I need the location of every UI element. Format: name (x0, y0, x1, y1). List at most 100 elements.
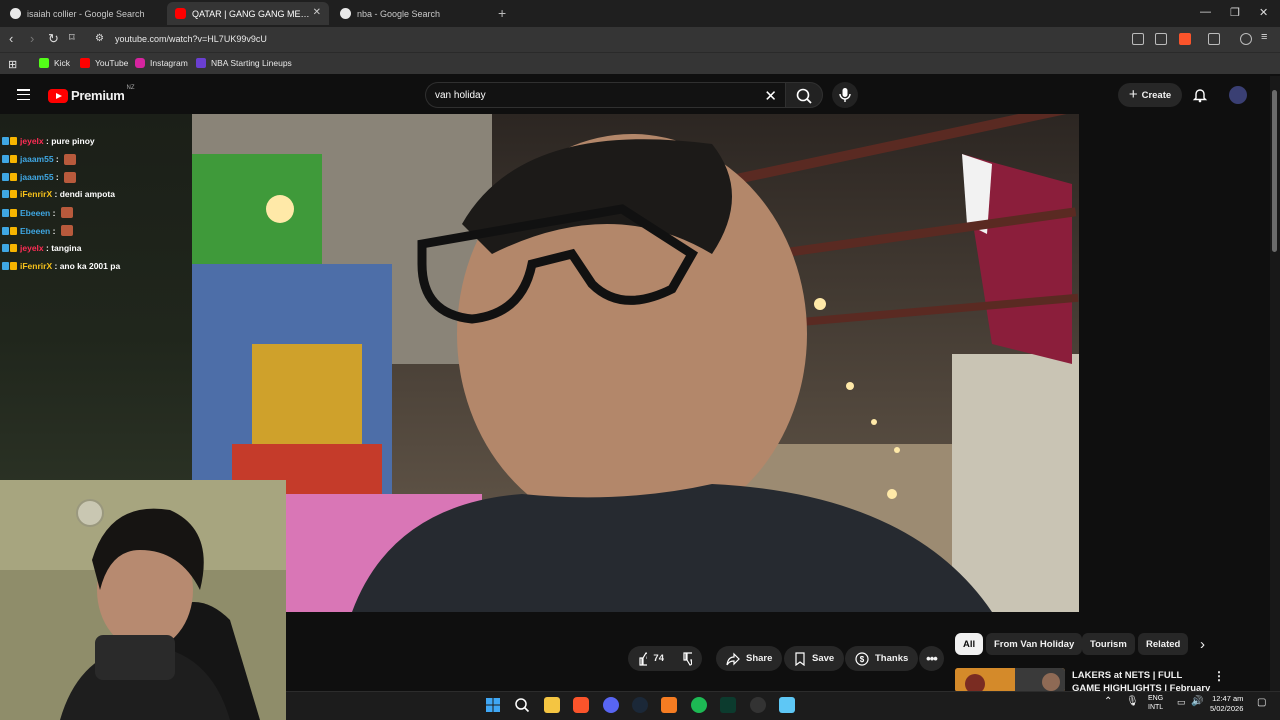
file-explorer-icon[interactable] (544, 697, 560, 713)
chat-separator: : (53, 154, 62, 165)
country-code: NZ (126, 84, 135, 91)
lang-layout: INTL (1148, 704, 1164, 711)
search-button[interactable] (785, 82, 823, 108)
chat-badge-icon (10, 173, 17, 182)
back-icon[interactable]: ‹ (9, 31, 13, 46)
secondary-column (1079, 114, 1270, 632)
notepad-icon[interactable] (779, 697, 795, 713)
more-horizontal-icon: ••• (926, 651, 938, 666)
tab-title: nba - Google Search (357, 8, 441, 19)
reload-icon[interactable]: ↻ (48, 31, 59, 47)
brave-browser-icon[interactable] (573, 697, 589, 713)
voice-search-button[interactable] (832, 82, 858, 108)
chat-username: Ebeeen (20, 225, 51, 236)
notifications-bell-icon[interactable] (1192, 87, 1208, 103)
tray-expand-icon[interactable]: ⌃ (1104, 696, 1112, 707)
save-bookmark-icon (795, 651, 805, 666)
cast-icon[interactable] (1132, 33, 1144, 45)
chat-badge-icon (2, 137, 9, 145)
menu-icon[interactable]: ≡ (1261, 31, 1267, 43)
taskbar-search-icon[interactable] (514, 697, 530, 713)
share-label: Share (746, 653, 773, 664)
search-input[interactable]: van holiday (435, 90, 486, 101)
google-icon (340, 8, 351, 19)
chat-badge-icon (10, 243, 17, 252)
windows-start-icon[interactable] (485, 697, 501, 713)
close-window-icon[interactable]: ✕ (1259, 6, 1268, 19)
bookmark-instagram[interactable]: Instagram (135, 58, 188, 68)
tab-isaiah-collier[interactable]: isaiah collier - Google Search (2, 2, 164, 25)
google-icon (10, 8, 21, 19)
emote-icon (64, 171, 77, 183)
bookmark-icon[interactable]: ⌑ (69, 31, 75, 44)
chip-all[interactable]: All (955, 633, 984, 655)
chat-username: jaaam55 (20, 154, 54, 165)
bookmark-nba-lineups[interactable]: NBA Starting Lineups (196, 58, 292, 68)
more-actions-button[interactable]: ••• (919, 646, 944, 671)
chips-next-icon[interactable]: › (1200, 636, 1205, 653)
clock-time: 12:47 am (1212, 694, 1244, 703)
apps-grid-icon[interactable]: ⊞ (8, 58, 17, 71)
hamburger-menu-icon[interactable] (17, 89, 30, 103)
bookmark-youtube[interactable]: YouTube (80, 58, 128, 68)
spotify-icon[interactable] (691, 697, 707, 713)
thanks-button[interactable]: $ Thanks (845, 646, 919, 671)
network-icon[interactable]: ▭ (1177, 697, 1186, 708)
brave-shield-icon[interactable] (1179, 33, 1191, 45)
thumbs-up-icon (639, 651, 648, 666)
minimize-icon[interactable]: — (1200, 6, 1211, 18)
tab-nba[interactable]: nba - Google Search (332, 2, 494, 25)
scrollbar-thumb[interactable] (1272, 90, 1277, 252)
maximize-icon[interactable]: ❐ (1230, 6, 1240, 19)
tab-title: QATAR | GANG GANG MEET 2... (192, 8, 310, 19)
chip-tourism[interactable]: Tourism (1082, 633, 1135, 655)
clear-search-icon[interactable]: ✕ (764, 87, 777, 105)
chat-badge-icon (2, 155, 9, 164)
tab-youtube-video[interactable]: QATAR | GANG GANG MEET 2... ✕ (167, 2, 329, 25)
site-info-icon[interactable]: ⚙ (95, 33, 104, 44)
save-button[interactable]: Save (784, 646, 845, 671)
chat-separator: : (43, 242, 52, 253)
video-menu-icon[interactable]: ⋮ (1213, 669, 1225, 683)
bookmark-kick[interactable]: Kick (39, 58, 70, 68)
chat-text: ano ka 2001 pa (59, 260, 121, 271)
url-field[interactable]: youtube.com/watch?v=HL7UK99v9cU (115, 34, 267, 44)
chat-message: jaaam55 : (2, 153, 77, 165)
next-video-title[interactable]: LAKERS at NETS | FULL GAME HIGHLIGHTS | … (1072, 669, 1212, 691)
notifications-icon[interactable]: ▢ (1257, 697, 1266, 708)
forward-icon[interactable]: › (30, 31, 34, 46)
media-icon[interactable] (1240, 33, 1252, 45)
share-page-icon[interactable] (1155, 33, 1167, 45)
create-button[interactable]: + Create (1118, 83, 1182, 107)
language-indicator[interactable]: ENG INTL (1148, 694, 1163, 712)
like-button[interactable]: 74 (628, 646, 674, 671)
chat-separator: : (50, 225, 58, 236)
volume-icon[interactable]: 🔊 (1191, 696, 1203, 707)
chat-separator: : (53, 172, 62, 183)
stream-chat-overlay (0, 114, 192, 482)
dislike-button[interactable] (678, 646, 702, 671)
account-avatar[interactable] (1229, 86, 1247, 104)
kick-icon (39, 58, 49, 68)
terminal-icon[interactable] (720, 697, 736, 713)
search-box[interactable]: van holiday ✕ (425, 82, 785, 108)
chat-message: jeyelx : pure pinoy (2, 136, 95, 146)
streamer-webcam (0, 480, 286, 720)
system-clock[interactable]: 12:47 am 5/02/2026 (1210, 694, 1243, 714)
sidebar-icon[interactable] (1208, 33, 1220, 45)
create-label: Create (1141, 89, 1172, 101)
next-video-thumbnail[interactable] (955, 668, 1065, 692)
tray-mic-icon[interactable]: 🎙 (1126, 696, 1139, 707)
chip-related[interactable]: Related (1138, 633, 1189, 655)
share-icon (726, 652, 740, 665)
youtube-premium-logo[interactable]: Premium NZ (48, 84, 135, 103)
share-button[interactable]: Share (716, 646, 783, 671)
video-player[interactable] (192, 114, 1079, 612)
chip-from-van-holiday[interactable]: From Van Holiday (986, 633, 1083, 655)
app-icon[interactable] (661, 697, 677, 713)
obs-icon[interactable] (750, 697, 766, 713)
steam-icon[interactable] (632, 697, 648, 713)
new-tab-button[interactable]: + (498, 5, 506, 21)
discord-icon[interactable] (603, 697, 619, 713)
close-tab-icon[interactable]: ✕ (313, 7, 321, 18)
